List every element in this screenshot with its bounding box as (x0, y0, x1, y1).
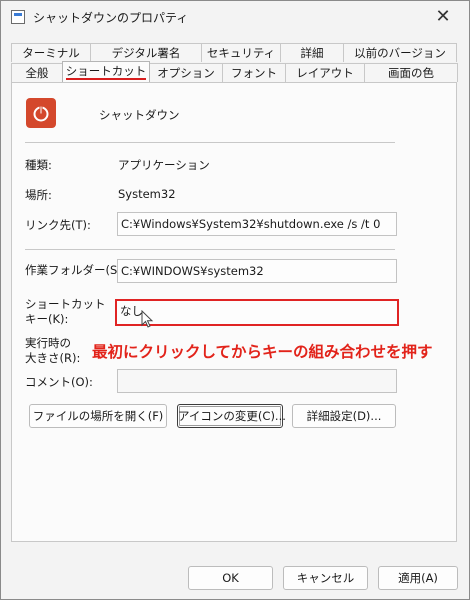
target-field[interactable]: C:¥Windows¥System32¥shutdown.exe /s /t 0 (117, 212, 397, 236)
cancel-button[interactable]: キャンセル (283, 566, 368, 590)
window-title: シャットダウンのプロパティ (33, 11, 189, 25)
close-icon: ✕ (435, 6, 451, 27)
tab-previous-versions[interactable]: 以前のバージョン (343, 43, 457, 62)
tab-digital-signature[interactable]: デジタル署名 (90, 43, 202, 62)
power-icon (26, 98, 56, 128)
comment-label: コメント(O): (25, 375, 93, 389)
title-bar: シャットダウンのプロパティ ✕ (1, 1, 469, 33)
hotkey-label-line-1: ショートカット (25, 297, 106, 311)
tab-shortcut[interactable]: ショートカット (62, 61, 150, 82)
hotkey-label-line-2: キー(K): (25, 312, 69, 326)
apply-button[interactable]: 適用(A) (378, 566, 458, 590)
startin-label: 作業フォルダー(S): (25, 263, 126, 277)
separator (25, 142, 395, 143)
ok-button[interactable]: OK (188, 566, 273, 590)
annotation-text: 最初にクリックしてからキーの組み合わせを押す (92, 343, 433, 361)
tab-terminal[interactable]: ターミナル (11, 43, 91, 62)
type-value: アプリケーション (118, 158, 210, 172)
location-label: 場所: (25, 188, 52, 202)
open-location-button[interactable]: ファイルの場所を開く(F) (29, 404, 167, 428)
location-value: System32 (118, 187, 176, 201)
close-button[interactable]: ✕ (423, 3, 463, 31)
tab-security[interactable]: セキュリティ (201, 43, 281, 62)
tab-general[interactable]: 全般 (11, 63, 63, 82)
window-icon (11, 10, 25, 24)
comment-field[interactable] (117, 369, 397, 393)
tab-details[interactable]: 詳細 (280, 43, 344, 62)
tab-layout[interactable]: レイアウト (285, 63, 365, 82)
tab-options[interactable]: オプション (149, 63, 223, 82)
hotkey-field[interactable]: なし (115, 299, 399, 326)
target-label: リンク先(T): (25, 218, 91, 232)
startin-field[interactable]: C:¥WINDOWS¥system32 (117, 259, 397, 283)
tab-font[interactable]: フォント (222, 63, 286, 82)
tab-colors[interactable]: 画面の色 (364, 63, 458, 82)
run-label-line-2: 大きさ(R): (25, 351, 81, 365)
change-icon-button[interactable]: アイコンの変更(C)... (177, 404, 286, 428)
mouse-pointer-icon (141, 310, 154, 328)
properties-window: シャットダウンのプロパティ ✕ ターミナル デジタル署名 セキュリティ 詳細 以… (0, 0, 470, 600)
separator (25, 249, 395, 250)
advanced-button[interactable]: 詳細設定(D)... (292, 404, 396, 428)
type-label: 種類: (25, 158, 52, 172)
shortcut-name: シャットダウン (99, 108, 180, 122)
tab-row-1: ターミナル デジタル署名 セキュリティ 詳細 以前のバージョン (11, 43, 457, 62)
run-label-line-1: 実行時の (25, 336, 71, 350)
tab-row-2: 全般 ショートカット オプション フォント レイアウト 画面の色 (11, 61, 458, 82)
